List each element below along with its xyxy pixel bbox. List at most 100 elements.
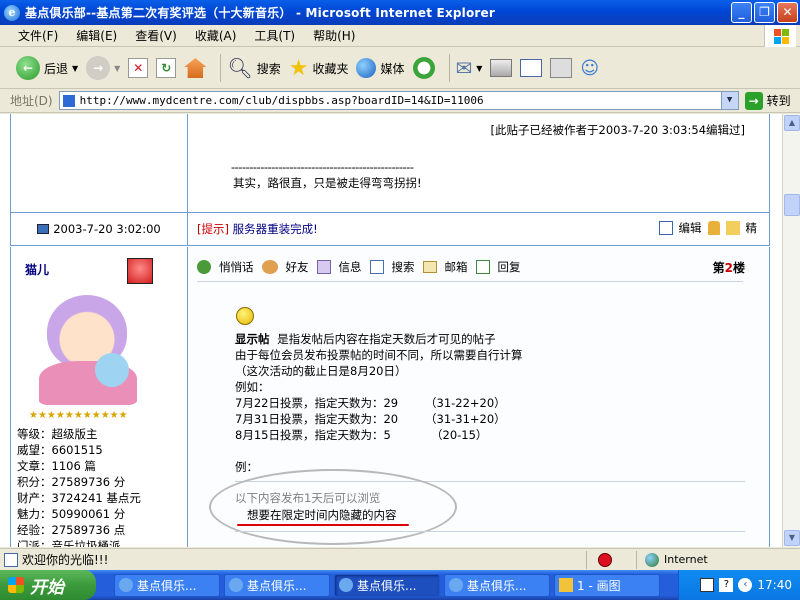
- post-1-time-cell: 2003-7-20 3:02:00: [11, 213, 188, 245]
- example-formula: （31-22+20）: [425, 396, 506, 410]
- example-label: 例：: [235, 460, 258, 474]
- maximize-button[interactable]: ❐: [754, 2, 775, 23]
- mail-icon: ✉: [455, 56, 473, 80]
- tray-expand-icon[interactable]: ‹: [738, 578, 753, 592]
- move-icon[interactable]: [725, 221, 740, 235]
- lock-icon[interactable]: [707, 221, 720, 235]
- post-2: 猫儿 ★★★★★★★★★★★ 等级：超级版主 威望：6601515 文章：110…: [10, 247, 770, 547]
- vertical-scrollbar[interactable]: ▲ ▼: [782, 114, 800, 547]
- hint-title: 显示帖: [235, 332, 270, 346]
- go-button[interactable]: → 转到: [744, 91, 791, 110]
- notice-text[interactable]: 服务器重装完成!: [233, 222, 318, 236]
- whisper-button[interactable]: 悄悄话: [219, 259, 254, 275]
- print-button[interactable]: [490, 59, 513, 77]
- smiley-icon: [236, 307, 254, 325]
- back-arrow-icon: ←: [16, 56, 40, 80]
- menu-favorites[interactable]: 收藏(A): [195, 27, 237, 44]
- popup-blocked-icon: [598, 553, 612, 567]
- post-2-author-col: 猫儿 ★★★★★★★★★★★ 等级：超级版主 威望：6601515 文章：110…: [11, 247, 188, 547]
- elite-button[interactable]: 精: [746, 220, 758, 236]
- stat-row: 文章：1106 篇: [17, 459, 96, 473]
- title-bar[interactable]: e 基点俱乐部--基点第二次有奖评选（十大新音乐） - Microsoft In…: [0, 0, 800, 25]
- paint-icon: [559, 578, 573, 592]
- menu-view[interactable]: 查看(V): [135, 27, 177, 44]
- minimize-button[interactable]: _: [731, 2, 752, 23]
- address-label: 地址(D): [10, 94, 53, 108]
- user-stats: 等级：超级版主 威望：6601515 文章：1106 篇 积分：27589736…: [17, 426, 187, 547]
- ie-window: e 基点俱乐部--基点第二次有奖评选（十大新音乐） - Microsoft In…: [0, 0, 800, 600]
- start-button[interactable]: 开始: [0, 570, 96, 600]
- highlight-ellipse: [209, 469, 457, 545]
- back-dropdown-icon[interactable]: ▼: [72, 64, 78, 73]
- scroll-thumb[interactable]: [784, 194, 800, 216]
- home-button[interactable]: [184, 58, 207, 78]
- go-arrow-icon: →: [744, 91, 763, 110]
- page-content: [此贴子已经被作者于2003-7-20 3:03:54编辑过] --------…: [0, 114, 782, 547]
- address-input[interactable]: http://www.mydcentre.com/club/dispbbs.as…: [58, 91, 739, 110]
- status-page-icon: [4, 552, 18, 567]
- stat-row: 魅力：50990061 分: [17, 507, 126, 521]
- history-button[interactable]: [412, 57, 435, 79]
- edit-page-button[interactable]: [520, 59, 543, 77]
- star-icon: ★: [288, 55, 309, 81]
- menu-help[interactable]: 帮助(H): [313, 27, 355, 44]
- search-post-button[interactable]: 搜索: [392, 259, 415, 275]
- mailbox-button[interactable]: 邮箱: [445, 259, 468, 275]
- stat-row: 门派：音乐垃圾桶派: [17, 539, 121, 547]
- status-bar: 欢迎你的光临!!! Internet: [0, 548, 800, 570]
- taskbar: 开始 基点俱乐... 基点俱乐... 基点俱乐... 基点俱乐... 1 - 画…: [0, 570, 800, 600]
- taskbar-item[interactable]: 基点俱乐...: [114, 573, 220, 597]
- taskbar-item[interactable]: 基点俱乐...: [224, 573, 330, 597]
- favorites-button[interactable]: ★ 收藏夹: [289, 56, 349, 81]
- post-1-tools: 编辑 精: [658, 220, 758, 236]
- mail-dropdown-icon[interactable]: ▼: [476, 64, 482, 73]
- clock: 17:40: [757, 578, 792, 592]
- search-button[interactable]: 🔍︎ 搜索: [227, 56, 280, 80]
- windows-logo-icon: [8, 577, 24, 593]
- post-1-author-col: [11, 114, 188, 212]
- keyboard-icon[interactable]: [700, 578, 715, 592]
- messenger-button[interactable]: ☺: [580, 58, 599, 79]
- taskbar-item[interactable]: 基点俱乐...: [444, 573, 550, 597]
- menu-edit[interactable]: 编辑(E): [76, 27, 117, 44]
- status-text: 欢迎你的光临!!!: [22, 553, 109, 567]
- close-button[interactable]: ✕: [777, 2, 798, 23]
- edit-button[interactable]: 编辑: [679, 220, 702, 236]
- forward-arrow-icon: →: [86, 56, 111, 80]
- username[interactable]: 猫儿: [25, 261, 49, 278]
- discuss-button[interactable]: [550, 58, 573, 78]
- ie-task-icon: [119, 578, 133, 592]
- media-button[interactable]: 媒体: [356, 58, 405, 78]
- mail-button[interactable]: ✉ ▼: [456, 56, 483, 80]
- forward-button[interactable]: → ▼: [86, 56, 120, 80]
- address-dropdown-icon[interactable]: ▼: [720, 92, 738, 109]
- taskbar-item-active[interactable]: 基点俱乐...: [334, 573, 440, 597]
- forward-dropdown-icon[interactable]: ▼: [114, 64, 120, 73]
- info-button[interactable]: 信息: [339, 259, 362, 275]
- edit-icon[interactable]: [658, 221, 673, 235]
- rank-stars: ★★★★★★★★★★★: [29, 410, 128, 421]
- address-bar: 地址(D) http://www.mydcentre.com/club/disp…: [0, 89, 800, 113]
- taskbar-item-paint[interactable]: 1 - 画图: [554, 573, 660, 597]
- scroll-down-icon[interactable]: ▼: [784, 530, 800, 546]
- hint-desc: 是指发帖后内容在指定天数后才可见的帖子: [277, 332, 496, 346]
- search-icon: 🔍︎: [227, 56, 253, 80]
- post-1-body: 其实，路很直，只是被走得弯弯拐拐!: [233, 176, 422, 190]
- back-button[interactable]: ← 后退 ▼: [16, 56, 78, 80]
- stop-icon: ✕: [128, 58, 149, 78]
- system-tray: ? ‹ 17:40: [678, 570, 800, 600]
- window-title: 基点俱乐部--基点第二次有奖评选（十大新音乐） - Microsoft Inte…: [25, 6, 496, 20]
- scroll-up-icon[interactable]: ▲: [784, 115, 800, 131]
- post-2-line-2: （这次活动的截止日是8月20日）: [235, 364, 407, 378]
- stop-button[interactable]: ✕: [128, 58, 149, 78]
- menu-tools[interactable]: 工具(T): [254, 27, 295, 44]
- help-icon[interactable]: ?: [719, 578, 734, 592]
- refresh-button[interactable]: ↻: [156, 58, 177, 78]
- friends-button[interactable]: 好友: [286, 259, 309, 275]
- ie-task-icon: [449, 578, 463, 592]
- toolbar: ← 后退 ▼ → ▼ ✕ ↻ 🔍︎ 搜索 ★ 收藏夹 媒体 ✉ ▼ ☺: [0, 48, 800, 89]
- menu-file[interactable]: 文件(F): [18, 27, 58, 44]
- hidden-box-bottom-line: [235, 531, 745, 532]
- reply-button[interactable]: 回复: [498, 259, 521, 275]
- search-label: 搜索: [256, 61, 281, 76]
